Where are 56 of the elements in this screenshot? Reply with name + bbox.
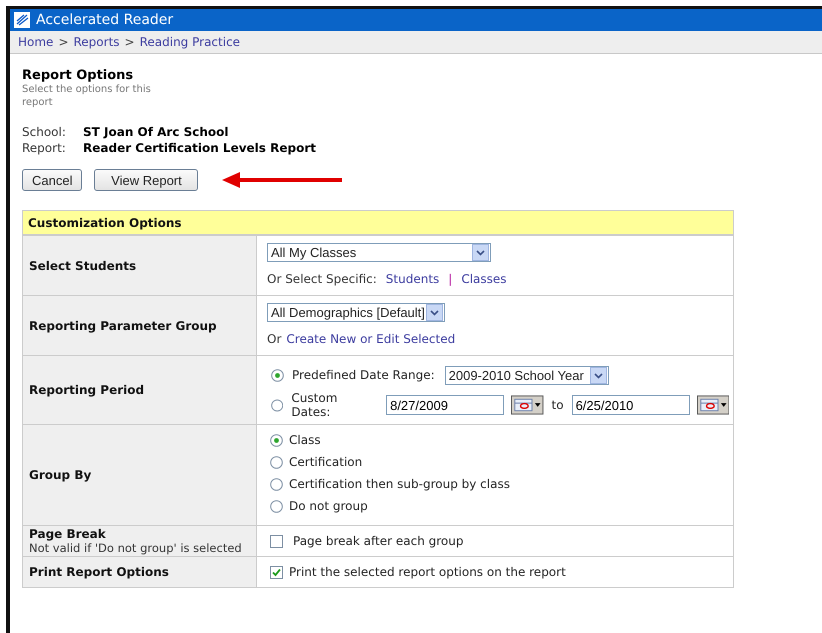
radio-label: Class xyxy=(289,433,321,447)
checkbox-label: Print the selected report options on the report xyxy=(289,565,566,579)
book-logo-icon xyxy=(14,12,30,28)
table-header: Customization Options xyxy=(23,211,733,235)
radio-label: Custom Dates: xyxy=(291,391,338,419)
radio-button[interactable] xyxy=(270,500,283,512)
info-label: Report: xyxy=(22,141,67,155)
chevron-down-icon xyxy=(590,366,607,384)
radio-label: Predefined Date Range: xyxy=(292,368,435,382)
option-link[interactable]: Classes xyxy=(461,272,507,286)
radio-button[interactable] xyxy=(271,398,284,412)
radio-label: Certification then sub-group by class xyxy=(289,477,510,491)
option-label: Select Students xyxy=(29,258,138,272)
breadcrumb-link[interactable]: Reading Practice xyxy=(140,35,240,49)
info-value: ST Joan Of Arc School xyxy=(83,125,230,139)
info-value: Reader Certification Levels Report xyxy=(83,141,317,155)
radio-button[interactable] xyxy=(270,478,283,490)
report-button[interactable]: View Report xyxy=(94,169,198,191)
link-prefix: Or Select Specific: xyxy=(267,272,377,286)
link-separator: | xyxy=(448,272,452,286)
checkbox[interactable] xyxy=(270,566,283,578)
option-label: Reporting Parameter Group xyxy=(29,318,218,332)
breadcrumb-link[interactable]: Reports xyxy=(74,35,120,49)
breadcrumb-separator: > xyxy=(124,35,135,49)
option-note: Not valid if 'Do not group' is selected xyxy=(29,541,243,555)
date-field[interactable]: 6/25/2010 xyxy=(572,395,690,415)
breadcrumb-link[interactable]: Home xyxy=(18,35,54,49)
option-label: Group By xyxy=(29,468,92,482)
option-label: Print Report Options xyxy=(29,565,170,579)
to-label: to xyxy=(552,398,564,412)
chevron-down-icon xyxy=(426,304,443,321)
option-label: Reporting Period xyxy=(29,383,146,397)
page-heading: Report Options xyxy=(22,68,134,83)
dropdown[interactable]: 2009-2010 School Year xyxy=(444,366,609,384)
checkbox-label: Page break after each group xyxy=(293,534,464,548)
checkbox[interactable] xyxy=(270,534,283,548)
window-title: Accelerated Reader xyxy=(36,12,174,28)
report-button[interactable]: Cancel xyxy=(22,169,82,191)
calendar-icon[interactable] xyxy=(511,395,544,415)
option-link[interactable]: Create New or Edit Selected xyxy=(286,332,456,346)
option-label: Page Break xyxy=(29,527,107,541)
radio-button[interactable] xyxy=(270,434,283,446)
radio-label: Do not group xyxy=(289,499,368,513)
radio-label: Certification xyxy=(289,455,362,469)
dropdown[interactable]: All Demographics [Default] xyxy=(267,303,445,322)
option-link[interactable]: Students xyxy=(386,272,440,286)
page-subtitle: Select the options for this report xyxy=(22,83,152,109)
date-field[interactable]: 8/27/2009 xyxy=(386,395,504,415)
radio-button[interactable] xyxy=(271,368,284,382)
breadcrumb-separator: > xyxy=(58,35,68,49)
chevron-down-icon xyxy=(472,244,489,261)
info-label: School: xyxy=(22,125,67,139)
radio-button[interactable] xyxy=(270,456,283,468)
link-prefix: Or xyxy=(267,332,282,346)
dropdown[interactable]: All My Classes xyxy=(267,243,491,262)
calendar-icon[interactable] xyxy=(696,395,730,415)
